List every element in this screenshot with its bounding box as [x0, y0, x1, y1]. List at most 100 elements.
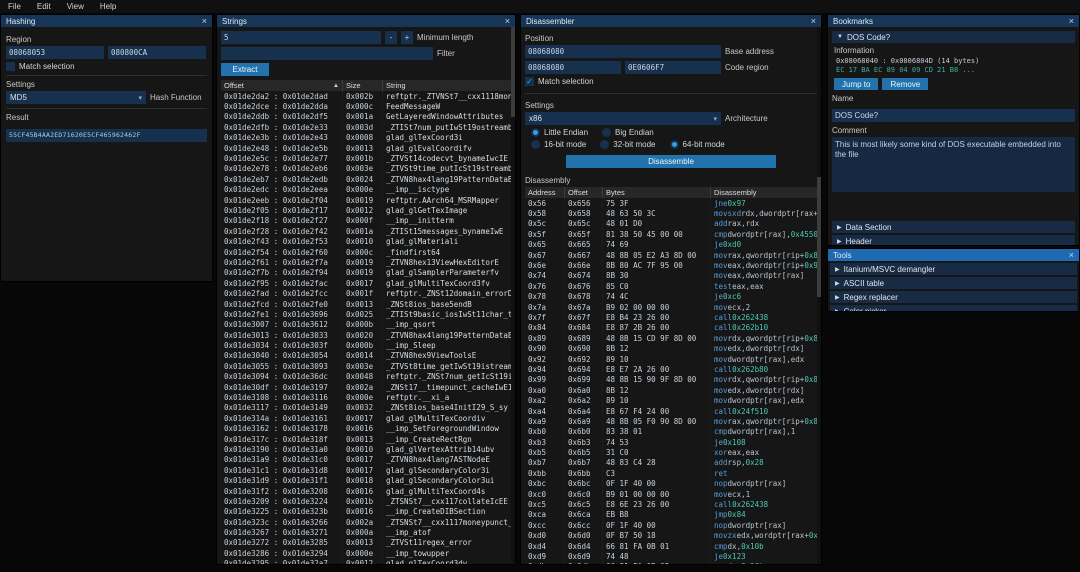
- bytes-header[interactable]: Bytes: [603, 187, 711, 198]
- bookmark-name-input[interactable]: [832, 109, 1075, 122]
- disasm-row[interactable]: 0xa90x6a948 8B 05 F0 90 8D 00mov rax, qw…: [525, 416, 817, 426]
- architecture-select[interactable]: x86 ▾: [525, 112, 721, 125]
- region-start-input[interactable]: [6, 46, 104, 59]
- bookmarks-titlebar[interactable]: Bookmarks ×: [828, 15, 1079, 27]
- disasm-row[interactable]: 0x840x684E8 87 2B 26 00call 0x262b10: [525, 323, 817, 333]
- match-selection-checkbox[interactable]: ✓: [525, 77, 534, 86]
- little-endian-radio[interactable]: [531, 128, 540, 137]
- string-row[interactable]: 0x01de3034 : 0x01de303f0x000b__imp_Sleep: [221, 340, 511, 350]
- string-row[interactable]: 0x01de2e3b : 0x01de2e430x0008glad_glTexC…: [221, 133, 511, 143]
- disasm-row[interactable]: 0x7a0x67aB9 02 00 00 00mov ecx, 2: [525, 302, 817, 312]
- disasm-row[interactable]: 0xa00x6a08B 12mov edx, dword ptr [rdx]: [525, 385, 817, 395]
- string-row[interactable]: 0x01de2e5c : 0x01de2e770x001b_ZTVSt14cod…: [221, 153, 511, 163]
- 32-bit-mode-radio[interactable]: [600, 140, 609, 149]
- match-selection-checkbox[interactable]: [6, 62, 15, 71]
- string-row[interactable]: 0x01de2f7b : 0x01de2f940x0019glad_glSamp…: [221, 268, 511, 278]
- string-row[interactable]: 0x01de2dce : 0x01de2dda0x000cFeedMessage…: [221, 101, 511, 111]
- string-row[interactable]: 0x01de31a9 : 0x01de31c00x0017_ZTVN8hax4l…: [221, 455, 511, 465]
- disasm-row[interactable]: 0x560x65675 3Fjne 0x97: [525, 198, 817, 208]
- close-icon[interactable]: ×: [1069, 251, 1074, 260]
- menu-item-help[interactable]: Help: [100, 2, 116, 11]
- increment-button[interactable]: +: [401, 31, 413, 44]
- string-row[interactable]: 0x01de3225 : 0x01de323b0x0016__imp_Creat…: [221, 507, 511, 517]
- remove-button[interactable]: Remove: [882, 78, 928, 90]
- disasm-row[interactable]: 0xb00x6b083 38 01cmp dword ptr [rax], 1: [525, 427, 817, 437]
- disasm-scrollbar[interactable]: [817, 27, 821, 564]
- base-address-input[interactable]: [525, 45, 721, 58]
- string-row[interactable]: 0x01de317c : 0x01de318f0x0013__imp_Creat…: [221, 434, 511, 444]
- disasm-row[interactable]: 0xdb0x6db66 81 FA 0B 02cmp dx, 0x20b: [525, 562, 817, 564]
- string-row[interactable]: 0x01de3209 : 0x01de32240x001b_ZTSNSt7__c…: [221, 496, 511, 506]
- strings-scrollbar[interactable]: [511, 27, 515, 564]
- string-row[interactable]: 0x01de2fcd : 0x01de2fe00x0013_ZNSt8ios_b…: [221, 299, 511, 309]
- disasm-row[interactable]: 0x890x68948 8B 15 CD 9F 8D 00mov rdx, qw…: [525, 333, 817, 343]
- string-row[interactable]: 0x01de31c1 : 0x01de31d80x0017glad_glSeco…: [221, 465, 511, 475]
- string-row[interactable]: 0x01de3055 : 0x01de30930x003e_ZTVSt8time…: [221, 361, 511, 371]
- disasm-row[interactable]: 0xd90x6d974 48je 0x123: [525, 551, 817, 561]
- disasm-row[interactable]: 0x780x67874 4Cje 0xc6: [525, 292, 817, 302]
- string-row[interactable]: 0x01de3040 : 0x01de30540x0014_ZTVN8hex9V…: [221, 351, 511, 361]
- disasm-row[interactable]: 0xd00x6d00F B7 50 18movzx edx, word ptr …: [525, 531, 817, 541]
- disasm-row[interactable]: 0x740x6748B 30mov eax, dword ptr [rax]: [525, 271, 817, 281]
- scrollbar-thumb[interactable]: [511, 27, 515, 117]
- close-icon[interactable]: ×: [811, 17, 816, 26]
- string-row[interactable]: 0x01de2eb7 : 0x01de2edb0x0024_ZTVN8hax4l…: [221, 174, 511, 184]
- 16-bit-mode-radio[interactable]: [531, 140, 540, 149]
- disasm-row[interactable]: 0xc00x6c0B9 01 00 00 00mov ecx, 1: [525, 489, 817, 499]
- string-row[interactable]: 0x01de2f61 : 0x01de2f7a0x0019_ZTVN8hex13…: [221, 257, 511, 267]
- bookmark-comment-input[interactable]: This is most likely some kind of DOS exe…: [832, 137, 1075, 192]
- min-length-input[interactable]: [221, 31, 381, 44]
- size-header[interactable]: Size: [343, 80, 383, 91]
- close-icon[interactable]: ×: [202, 17, 207, 26]
- disasm-row[interactable]: 0x990x69948 8B 15 90 9F 8D 00mov rdx, qw…: [525, 375, 817, 385]
- menu-item-edit[interactable]: Edit: [37, 2, 51, 11]
- string-row[interactable]: 0x01de2dfb : 0x01de2e330x003d_ZTISt7num_…: [221, 122, 511, 132]
- string-row[interactable]: 0x01de2eeb : 0x01de2f040x0019reftptr.AAr…: [221, 195, 511, 205]
- string-row[interactable]: 0x01de2e78 : 0x01de2eb60x003e_ZTVSt9time…: [221, 164, 511, 174]
- disasm-row[interactable]: 0xb70x6b748 83 C4 28add rsp, 0x28: [525, 458, 817, 468]
- disasm-row[interactable]: 0xbc0x6bc0F 1F 40 00nop dword ptr [rax]: [525, 479, 817, 489]
- strings-titlebar[interactable]: Strings ×: [217, 15, 515, 27]
- disassemble-button[interactable]: Disassemble: [566, 155, 776, 168]
- tool-regex-replacer[interactable]: ▶Regex replacer: [830, 291, 1077, 303]
- disasm-row[interactable]: 0x900x6908B 12mov edx, dword ptr [rdx]: [525, 343, 817, 353]
- disasm-row[interactable]: 0x920x69289 10mov dword ptr [rax], edx: [525, 354, 817, 364]
- hash-function-select[interactable]: MD5 ▾: [6, 91, 146, 104]
- hash-result-field[interactable]: [6, 129, 207, 142]
- string-row[interactable]: 0x01de3272 : 0x01de32850x0013_ZTVSt11reg…: [221, 538, 511, 548]
- hashing-titlebar[interactable]: Hashing ×: [1, 15, 212, 27]
- disasm-row[interactable]: 0xbb0x6bbC3ret: [525, 468, 817, 478]
- offset-header[interactable]: Offset: [565, 187, 603, 198]
- string-row[interactable]: 0x01de31d9 : 0x01de31f10x0018glad_glSeco…: [221, 475, 511, 485]
- filter-input[interactable]: [221, 47, 433, 60]
- extract-button[interactable]: Extract: [221, 63, 269, 76]
- region-end-input[interactable]: [108, 46, 206, 59]
- bookmark-dos-code-header[interactable]: ▼ DOS Code?: [832, 31, 1075, 43]
- 64-bit-mode-radio[interactable]: [670, 140, 679, 149]
- disasm-row[interactable]: 0x940x694E8 E7 2A 26 00call 0x262b80: [525, 364, 817, 374]
- disasm-row[interactable]: 0x670x66748 8B 05 E2 A3 8D 00mov rax, qw…: [525, 250, 817, 260]
- close-icon[interactable]: ×: [1069, 17, 1074, 26]
- disasm-row[interactable]: 0xb50x6b531 C0xor eax, eax: [525, 447, 817, 457]
- string-row[interactable]: 0x01de2f05 : 0x01de2f170x0012glad_glGetT…: [221, 205, 511, 215]
- string-row[interactable]: 0x01de3013 : 0x01de30330x0020_ZTVN8hax4l…: [221, 330, 511, 340]
- address-header[interactable]: Address: [525, 187, 565, 198]
- string-row[interactable]: 0x01de2da2 : 0x01de2dad0x002breftptr._ZT…: [221, 91, 511, 101]
- string-row[interactable]: 0x01de2f95 : 0x01de2fac0x0017glad_glMult…: [221, 278, 511, 288]
- string-row[interactable]: 0x01de2f18 : 0x01de2f270x000f__imp__init…: [221, 216, 511, 226]
- disasm-row[interactable]: 0xca0x6caEB B8jmp 0x84: [525, 510, 817, 520]
- disasm-row[interactable]: 0xc50x6c5E8 6E 23 26 00call 0x262438: [525, 499, 817, 509]
- string-row[interactable]: 0x01de314a : 0x01de31610x0017glad_glMult…: [221, 413, 511, 423]
- tool-itanium-msvc-demangler[interactable]: ▶Itanium/MSVC demangler: [830, 263, 1077, 275]
- string-row[interactable]: 0x01de2f43 : 0x01de2f530x0010glad_glMate…: [221, 236, 511, 246]
- string-row[interactable]: 0x01de2ddb : 0x01de2df50x001aGetLayeredW…: [221, 112, 511, 122]
- disasm-row[interactable]: 0xa20x6a289 10mov dword ptr [rax], edx: [525, 395, 817, 405]
- bookmark-data-section-header[interactable]: ▶Data Section: [832, 221, 1075, 233]
- string-row[interactable]: 0x01de323c : 0x01de32660x002a_ZTSNSt7__c…: [221, 517, 511, 527]
- disasm-row[interactable]: 0x7f0x67fE8 B4 23 26 00call 0x262438: [525, 312, 817, 322]
- disasm-row[interactable]: 0x650x66574 69je 0xd0: [525, 240, 817, 250]
- string-row[interactable]: 0x01de31f2 : 0x01de32080x0016glad_glMult…: [221, 486, 511, 496]
- jump-to-button[interactable]: Jump to: [834, 78, 878, 90]
- scrollbar-thumb[interactable]: [817, 177, 821, 297]
- disasm-table-header[interactable]: Address Offset Bytes Disassembly: [525, 187, 817, 198]
